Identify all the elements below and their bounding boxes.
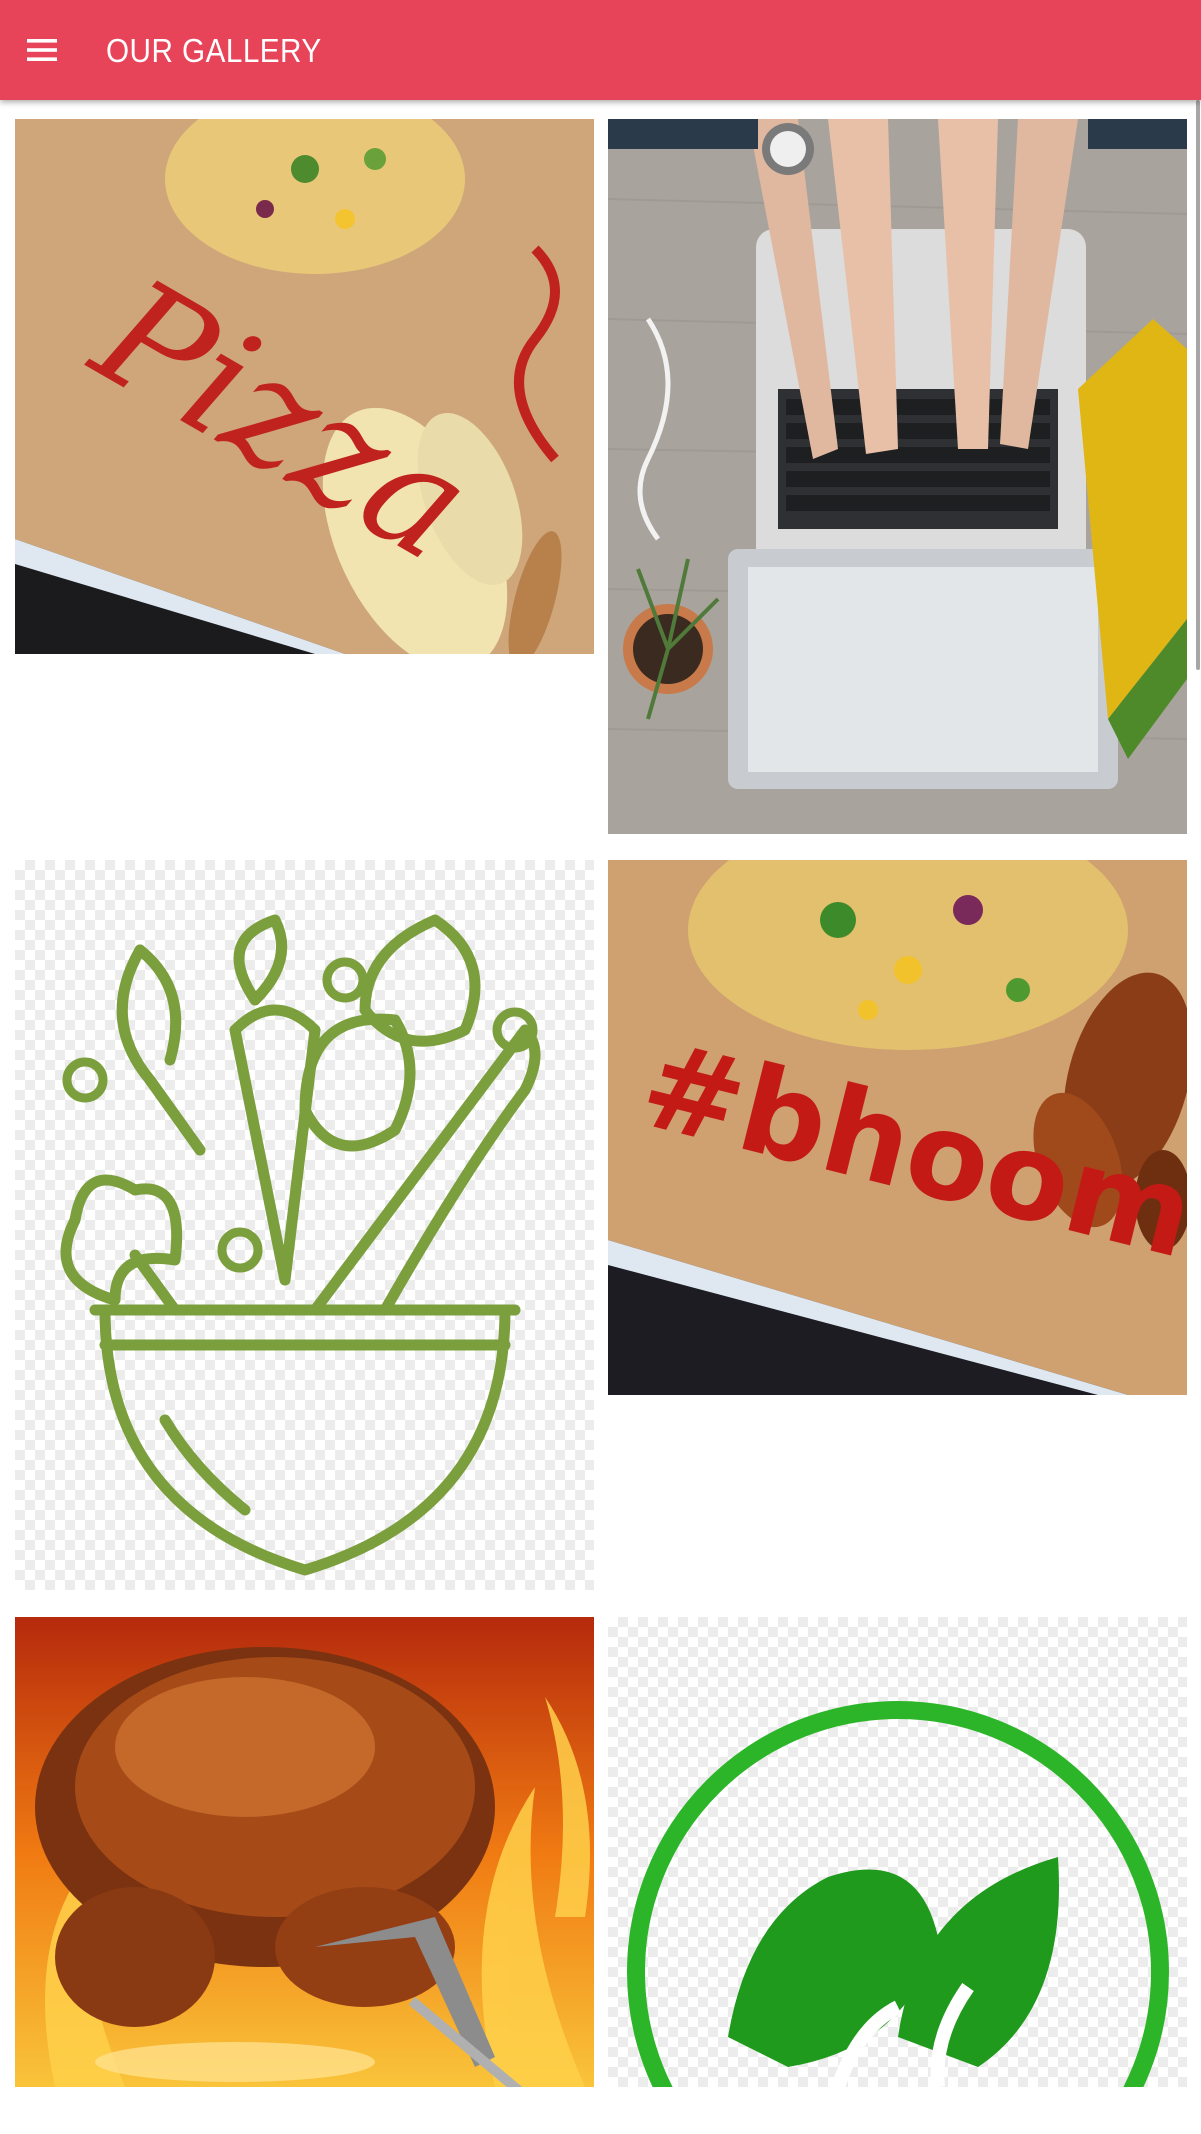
vegetarian-leaf-icon [627,1701,1169,2087]
app-bar: OUR GALLERY [0,0,1201,100]
hamburger-menu-icon [27,39,57,61]
vegetable-bowl-icon [60,914,541,1576]
laptop-typing-photo [608,119,1187,834]
roast-chicken-photo [15,1617,594,2087]
pizza-board-photo: Pizza [15,119,594,654]
gallery-image-laptop[interactable] [608,119,1187,834]
pizza-wings-board-photo: #bhoomi [608,860,1187,1395]
page-title: OUR GALLERY [106,32,322,69]
gallery-image-pizza-wings[interactable]: #bhoomi [608,860,1187,1395]
gallery-image-vegetable-bowl[interactable] [15,860,594,1590]
scrollbar[interactable] [1196,100,1200,670]
menu-button[interactable] [14,22,70,78]
gallery-image-roast-chicken[interactable] [15,1617,594,2087]
gallery-image-pizza[interactable]: Pizza [15,119,594,654]
gallery-image-vegetarian-leaf[interactable] [608,1617,1187,2087]
